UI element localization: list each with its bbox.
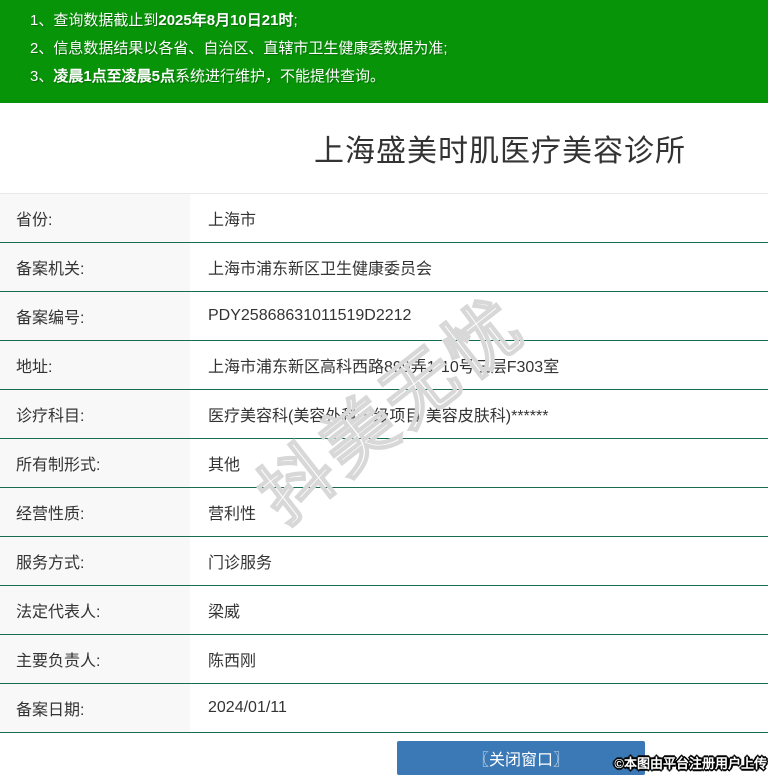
field-label: 备案编号:: [0, 292, 190, 340]
notice-number: 1、: [30, 12, 53, 29]
notice-text-bold: 凌晨1点至凌晨5点: [53, 68, 175, 85]
table-row-treatment-subjects: 诊疗科目: 医疗美容科(美容外科一级项目 美容皮肤科)******: [0, 390, 768, 439]
field-value: 陈西刚: [190, 635, 768, 683]
notice-text: 查询数据截止到: [53, 12, 158, 29]
field-value: 其他: [190, 439, 768, 487]
title-section: 上海盛美时肌医疗美容诊所: [0, 103, 768, 193]
field-label: 法定代表人:: [0, 586, 190, 634]
table-row-service-mode: 服务方式: 门诊服务: [0, 537, 768, 586]
field-value: 2024/01/11: [190, 684, 768, 732]
notice-text: 信息数据结果以各省、自治区、直辖市卫生健康委数据为准;: [53, 40, 447, 57]
field-value: 上海市浦东新区高科西路899弄1-10号三层F303室: [190, 341, 768, 389]
notice-number: 3、: [30, 68, 53, 85]
table-row-address: 地址: 上海市浦东新区高科西路899弄1-10号三层F303室: [0, 341, 768, 390]
notice-item-1: 1、查询数据截止到2025年8月10日21时;: [30, 7, 758, 35]
notice-item-3: 3、凌晨1点至凌晨5点系统进行维护，不能提供查询。: [30, 63, 758, 91]
page: 1、查询数据截止到2025年8月10日21时; 2、信息数据结果以各省、自治区、…: [0, 0, 768, 775]
table-row-filing-number: 备案编号: PDY25868631011519D2212: [0, 292, 768, 341]
field-value: 门诊服务: [190, 537, 768, 585]
notice-bar: 1、查询数据截止到2025年8月10日21时; 2、信息数据结果以各省、自治区、…: [0, 0, 768, 103]
notice-item-2: 2、信息数据结果以各省、自治区、直辖市卫生健康委数据为准;: [30, 35, 758, 63]
notice-text: 系统进行维护，不能提供查询。: [175, 68, 385, 85]
field-label: 诊疗科目:: [0, 390, 190, 438]
close-window-button[interactable]: 〖关闭窗口〗: [397, 741, 645, 775]
table-row-person-in-charge: 主要负责人: 陈西刚: [0, 635, 768, 684]
field-value: 梁威: [190, 586, 768, 634]
field-value: 上海市: [190, 194, 768, 242]
field-value: 上海市浦东新区卫生健康委员会: [190, 243, 768, 291]
field-label: 经营性质:: [0, 488, 190, 536]
notice-number: 2、: [30, 40, 53, 57]
field-value: 营利性: [190, 488, 768, 536]
table-row-province: 省份: 上海市: [0, 194, 768, 243]
field-label: 服务方式:: [0, 537, 190, 585]
page-title: 上海盛美时肌医疗美容诊所: [0, 126, 768, 170]
record-info-table: 省份: 上海市 备案机关: 上海市浦东新区卫生健康委员会 备案编号: PDY25…: [0, 193, 768, 733]
table-row-legal-representative: 法定代表人: 梁威: [0, 586, 768, 635]
table-row-business-nature: 经营性质: 营利性: [0, 488, 768, 537]
field-label: 省份:: [0, 194, 190, 242]
field-label: 备案机关:: [0, 243, 190, 291]
field-label: 主要负责人:: [0, 635, 190, 683]
field-label: 所有制形式:: [0, 439, 190, 487]
credit-watermark: ©本图由平台注册用户上传: [614, 753, 767, 772]
table-row-ownership-form: 所有制形式: 其他: [0, 439, 768, 488]
field-value: PDY25868631011519D2212: [190, 292, 768, 340]
field-label: 地址:: [0, 341, 190, 389]
notice-text: ;: [293, 12, 297, 29]
field-value: 医疗美容科(美容外科一级项目 美容皮肤科)******: [190, 390, 768, 438]
table-row-filing-date: 备案日期: 2024/01/11: [0, 684, 768, 733]
notice-text-bold: 2025年8月10日21时: [158, 12, 293, 29]
table-row-filing-authority: 备案机关: 上海市浦东新区卫生健康委员会: [0, 243, 768, 292]
field-label: 备案日期:: [0, 684, 190, 732]
